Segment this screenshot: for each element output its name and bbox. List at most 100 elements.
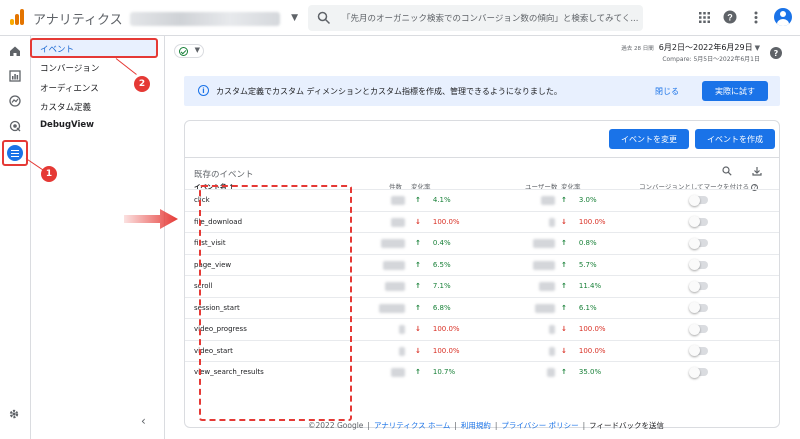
more-vert-icon[interactable] xyxy=(748,9,764,25)
svg-text:?: ? xyxy=(727,13,733,23)
conversion-toggle[interactable] xyxy=(689,302,708,313)
conversion-toggle[interactable] xyxy=(689,323,708,335)
collapse-chevron-icon[interactable]: ‹ xyxy=(141,414,146,428)
app-title: アナリティクス xyxy=(33,13,123,28)
conversion-toggle[interactable] xyxy=(689,216,708,227)
main-content: ▼ 過去 28 日間 6月2日～2022年6月29日 ▼ Compare: 5月5日… xyxy=(166,36,800,439)
user-count-change: ↑ 35.0% xyxy=(561,368,602,376)
try-it-button[interactable]: 実際に試す xyxy=(702,81,768,101)
submenu-item-audiences[interactable]: オーディエンス xyxy=(40,82,99,94)
date-range-picker[interactable]: 過去 28 日間 6月2日～2022年6月29日 ▼ Compare: 5月5日～2… xyxy=(621,42,760,63)
annotation-arrow-icon xyxy=(124,209,178,229)
reports-icon[interactable] xyxy=(7,68,23,84)
modify-event-button[interactable]: イベントを変更 xyxy=(609,129,689,149)
user-count-redacted xyxy=(533,260,555,270)
search-icon xyxy=(317,11,331,25)
user-count-change: ↓ 100.0% xyxy=(561,217,606,226)
banner-close-button[interactable]: 閉じる xyxy=(655,86,679,97)
arrow-down-icon: ↓ xyxy=(561,325,567,333)
event-count-change: ↑ 0.4% xyxy=(415,239,451,247)
date-compare: Compare: 5月5日～2022年6月1日 xyxy=(662,56,760,63)
conversion-toggle[interactable] xyxy=(689,237,708,249)
help-icon[interactable]: ? xyxy=(770,47,782,59)
search-icon[interactable] xyxy=(721,165,733,177)
user-count-redacted xyxy=(547,368,555,377)
conversion-toggle[interactable] xyxy=(689,345,708,356)
events-card: イベントを変更 イベントを作成 既存のイベント イベント名 ↑ 件数 変化率 ユ… xyxy=(184,120,780,428)
event-count-change: ↑ 4.1% xyxy=(415,196,451,204)
avatar[interactable] xyxy=(774,8,792,26)
account-name-redacted xyxy=(130,12,280,26)
arrow-up-icon: ↑ xyxy=(415,260,421,269)
user-count-change: ↓ 100.0% xyxy=(561,346,606,355)
user-count-change: ↓ 100.0% xyxy=(561,325,606,333)
apps-grid-icon[interactable] xyxy=(696,9,712,25)
conversion-toggle[interactable] xyxy=(689,280,708,292)
help-icon[interactable]: ? xyxy=(722,9,738,25)
user-count-redacted xyxy=(535,303,555,313)
advertising-icon[interactable] xyxy=(7,118,23,134)
user-count-redacted xyxy=(541,196,555,205)
create-event-button[interactable]: イベントを作成 xyxy=(695,129,775,149)
footer-link-privacy[interactable]: プライバシー ポリシー xyxy=(501,421,578,430)
arrow-down-icon: ↓ xyxy=(561,346,567,355)
arrow-up-icon: ↑ xyxy=(561,282,567,290)
arrow-up-icon: ↑ xyxy=(415,303,421,312)
submenu-item-debugview[interactable]: DebugView xyxy=(40,120,94,130)
arrow-up-icon: ↑ xyxy=(561,196,567,204)
event-count-change: ↓ 100.0% xyxy=(415,325,460,333)
search-bar[interactable]: 「先月のオーガニック検索でのコンバージョン数の傾向」と検索してみてく... xyxy=(308,5,643,31)
event-count-change: ↓ 100.0% xyxy=(415,217,460,226)
divider xyxy=(185,157,779,158)
left-rail xyxy=(0,36,31,439)
footer-link-home[interactable]: アナリティクス ホーム xyxy=(374,421,450,430)
user-count-change: ↑ 5.7% xyxy=(561,260,597,269)
gear-icon[interactable] xyxy=(8,408,20,423)
footer-copyright: ©2022 Google xyxy=(308,421,364,430)
arrow-down-icon: ↓ xyxy=(415,325,421,333)
event-count-change: ↓ 100.0% xyxy=(415,346,460,355)
analytics-logo-icon[interactable] xyxy=(10,9,24,25)
submenu-item-events[interactable]: イベント xyxy=(30,38,158,58)
conversion-toggle[interactable] xyxy=(689,366,708,378)
user-count-change: ↑ 0.8% xyxy=(561,239,597,247)
user-count-change: ↑ 6.1% xyxy=(561,303,597,312)
conversion-toggle[interactable] xyxy=(689,194,708,206)
event-count-redacted xyxy=(391,217,405,227)
footer-link-terms[interactable]: 利用規約 xyxy=(461,421,491,430)
chevron-down-icon: ▼ xyxy=(291,13,298,23)
account-selector[interactable]: ▼ xyxy=(130,8,298,30)
search-placeholder: 「先月のオーガニック検索でのコンバージョン数の傾向」と検索してみてく... xyxy=(342,14,639,24)
chevron-down-icon: ▼ xyxy=(754,44,760,52)
configure-nav-button[interactable] xyxy=(2,140,28,166)
arrow-up-icon: ↑ xyxy=(415,239,421,247)
footer-feedback[interactable]: フィードバックを送信 xyxy=(589,421,664,430)
user-count-redacted xyxy=(549,346,555,356)
user-count-change: ↑ 3.0% xyxy=(561,196,597,204)
arrow-down-icon: ↓ xyxy=(415,217,421,226)
event-count-change: ↑ 10.7% xyxy=(415,368,456,376)
arrow-up-icon: ↑ xyxy=(561,239,567,247)
event-count-change: ↑ 6.5% xyxy=(415,260,451,269)
explore-icon[interactable] xyxy=(7,93,23,109)
submenu-item-conversions[interactable]: コンバージョン xyxy=(40,62,99,74)
configure-submenu: イベント コンバージョン オーディエンス カスタム定義 DebugView ‹ xyxy=(30,36,165,439)
date-prefix: 過去 28 日間 xyxy=(621,46,654,52)
info-banner: i カスタム定義でカスタム ディメンションとカスタム指標を作成、管理できるように… xyxy=(184,76,780,106)
check-circle-icon xyxy=(179,47,188,56)
user-count-change: ↑ 11.4% xyxy=(561,282,602,290)
event-count-redacted xyxy=(379,303,405,313)
footer: ©2022 Google | アナリティクス ホーム | 利用規約 | プライバシー ポリシ… xyxy=(308,421,664,430)
home-icon[interactable] xyxy=(7,43,23,59)
data-status-chip[interactable]: ▼ xyxy=(174,44,204,58)
event-count-change: ↑ 7.1% xyxy=(415,282,451,290)
download-icon[interactable] xyxy=(751,165,763,177)
chevron-down-icon: ▼ xyxy=(194,46,200,54)
conversion-toggle[interactable] xyxy=(689,259,708,270)
configure-icon xyxy=(7,145,23,161)
arrow-up-icon: ↑ xyxy=(561,303,567,312)
event-count-redacted xyxy=(381,239,405,248)
marker-2: 2 xyxy=(134,76,150,92)
submenu-item-custom-definitions[interactable]: カスタム定義 xyxy=(40,101,91,113)
user-count-redacted xyxy=(549,217,555,227)
